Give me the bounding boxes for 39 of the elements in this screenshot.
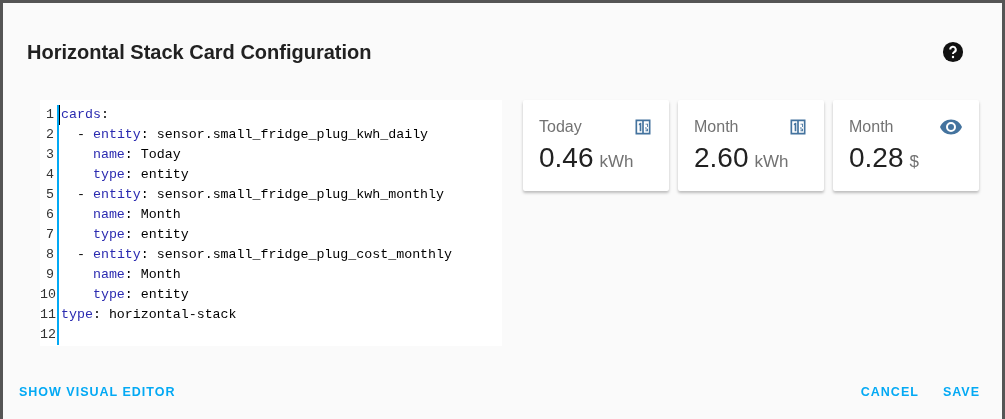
card-name: Today (539, 118, 582, 136)
line-number: 5 (45, 186, 55, 204)
dialog-title: Horizontal Stack Card Configuration (27, 40, 372, 64)
state-value: 0.46 (539, 142, 594, 174)
code-line: name: Today (92, 147, 181, 162)
save-button[interactable]: SAVE (942, 385, 980, 399)
line-number: 8 (45, 246, 55, 264)
state-value: 0.28 (849, 142, 904, 174)
help-icon[interactable] (942, 41, 964, 63)
card-name: Month (849, 118, 894, 136)
code-line: type: entity (92, 227, 189, 242)
line-number: 9 (45, 266, 55, 284)
line-number: 7 (45, 226, 55, 244)
line-number: 1 (45, 106, 55, 124)
counter-icon (788, 117, 808, 137)
line-number: 11 (40, 306, 57, 324)
code-line: - entity: sensor.small_fridge_plug_kwh_daily (76, 127, 429, 142)
line-number: 12 (40, 326, 57, 344)
code-line: name: Month (92, 267, 181, 282)
code-line: type: horizontal-stack (61, 307, 237, 322)
code-line: cards: (61, 107, 109, 122)
line-number: 10 (40, 286, 57, 304)
code-line: type: entity (92, 287, 189, 302)
unit-label: $ (909, 152, 919, 172)
state-value: 2.60 (694, 142, 749, 174)
show-visual-editor-button[interactable]: SHOW VISUAL EDITOR (19, 385, 176, 399)
line-number: 4 (45, 166, 55, 184)
code-line: - entity: sensor.small_fridge_plug_kwh_monthly (76, 187, 445, 202)
cancel-button[interactable]: CANCEL (860, 385, 919, 399)
line-number: 3 (45, 146, 55, 164)
code-line: type: entity (92, 167, 189, 182)
code-line: name: Month (92, 207, 181, 222)
code-line: - entity: sensor.small_fridge_plug_cost_monthly (76, 247, 453, 262)
line-number: 6 (45, 206, 55, 224)
counter-icon (633, 117, 653, 137)
unit-label: kWh (599, 152, 634, 172)
line-number: 2 (45, 126, 55, 144)
unit-label: kWh (754, 152, 789, 172)
card-name: Month (694, 118, 739, 136)
